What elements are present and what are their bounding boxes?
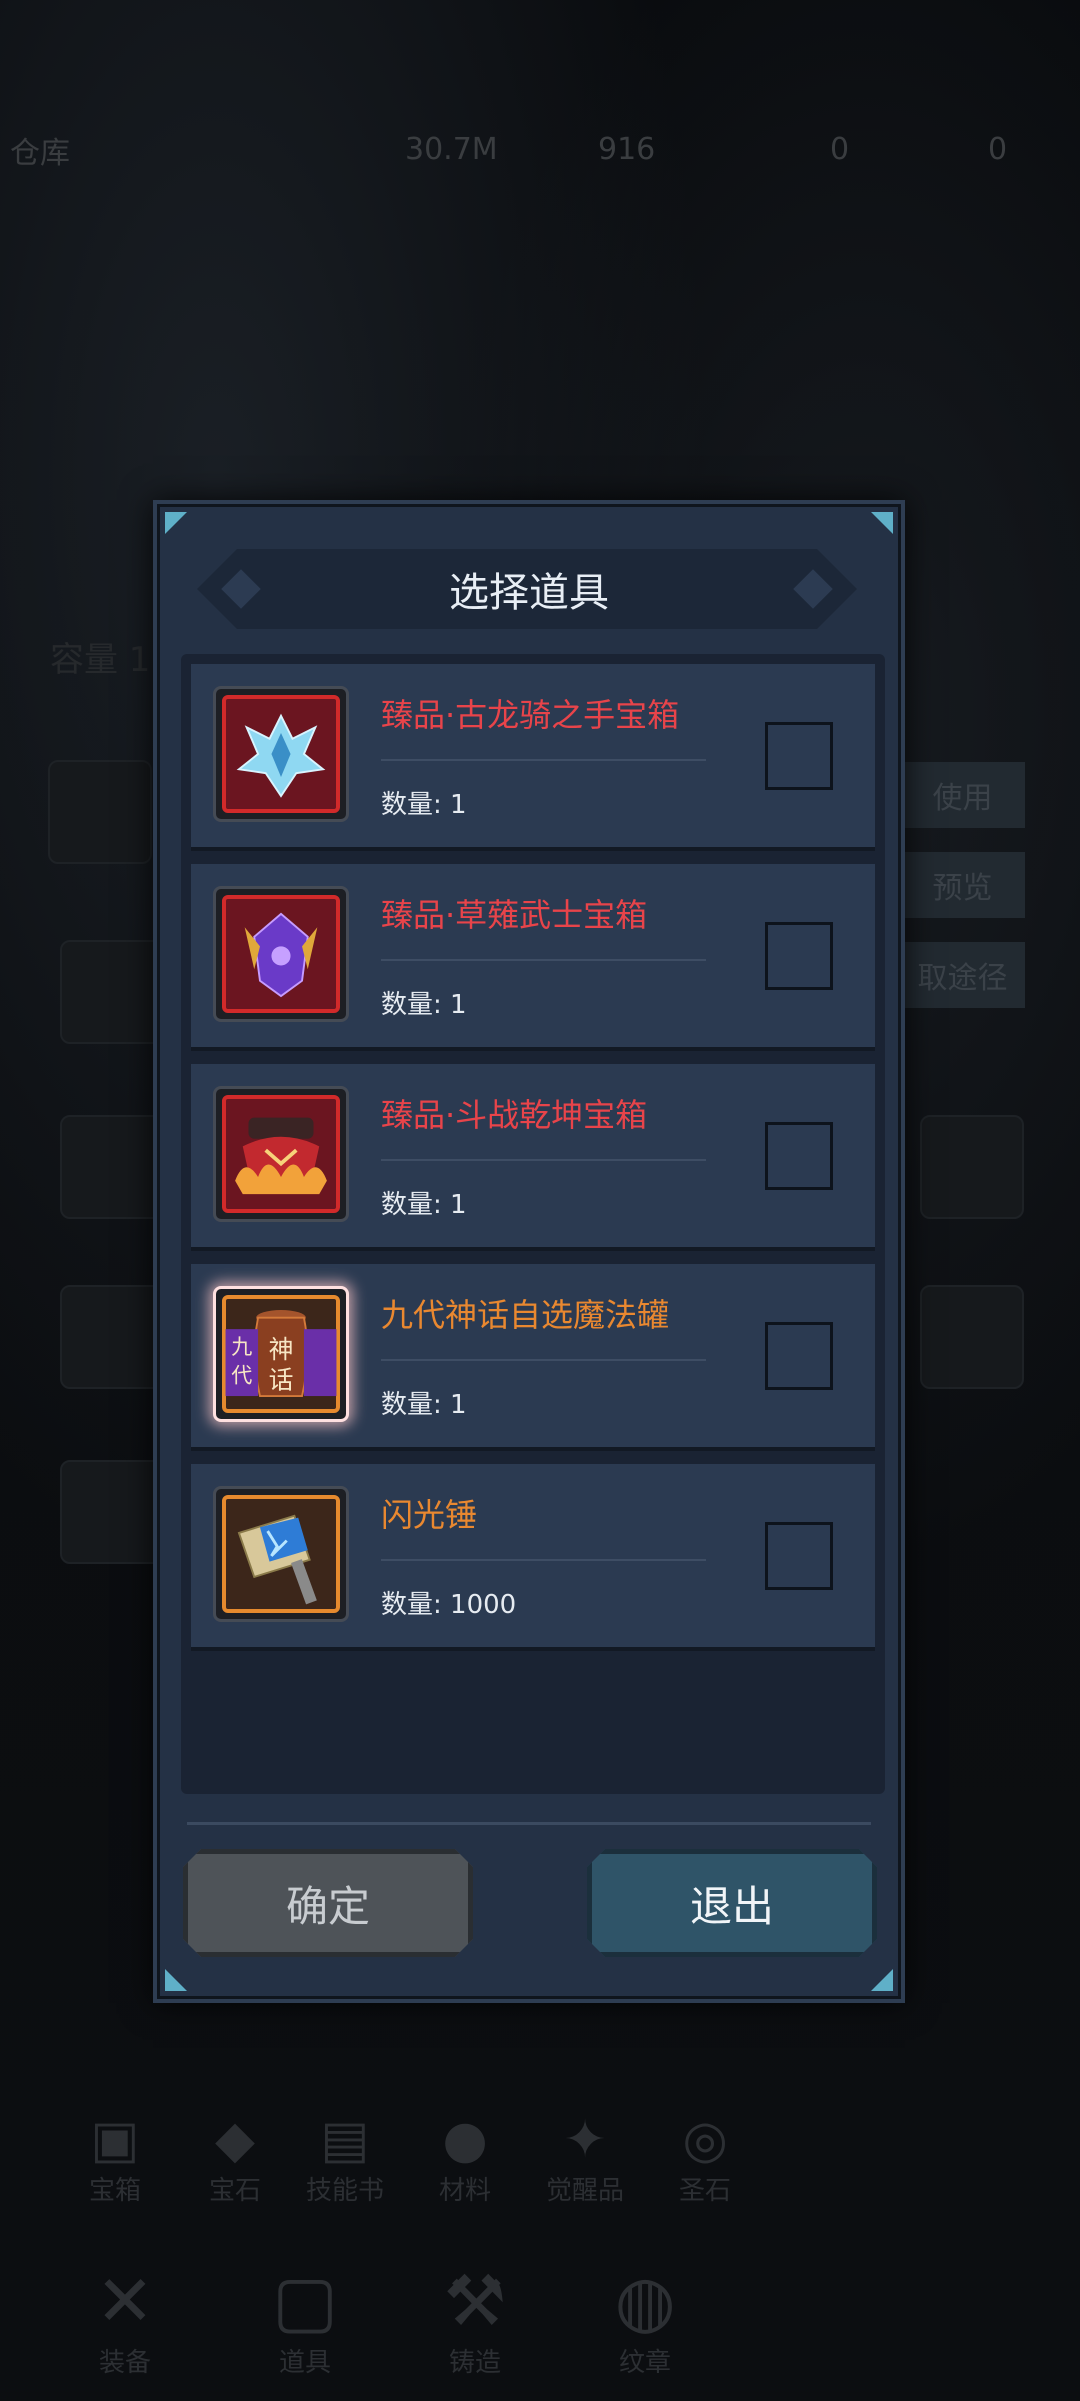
battle-crown-icon [213, 1086, 349, 1222]
item-checkbox[interactable] [765, 1322, 833, 1390]
confirm-button[interactable]: 确定 [183, 1849, 473, 1957]
bg-item-tile [48, 760, 152, 864]
divider [381, 1559, 706, 1561]
tab-skillbook: ▤ 技能书 [305, 2110, 384, 2206]
background-top-bar: 仓库 30.7M 916 0 0 [0, 110, 1080, 190]
item-quantity: 数量: 1000 [381, 1590, 517, 1620]
bg-use-button: 使用 [900, 762, 1025, 828]
item-name: 臻品·斗战乾坤宝箱 [381, 1096, 648, 1134]
item-quantity: 数量: 1 [381, 1190, 467, 1220]
bg-item-tile [60, 940, 164, 1044]
jar-char: 九 [231, 1334, 252, 1359]
exit-button[interactable]: 退出 [587, 1849, 877, 1957]
gold-count: 30.7M [405, 132, 498, 167]
bg-preview-button: 预览 [900, 852, 1025, 918]
list-item[interactable]: 臻品·斗战乾坤宝箱 数量: 1 [191, 1064, 875, 1251]
divider [381, 959, 706, 961]
list-item[interactable]: 臻品·草薙武士宝箱 数量: 1 [191, 864, 875, 1051]
divider [381, 1159, 706, 1161]
item-checkbox[interactable] [765, 722, 833, 790]
tab-awaken: ✦ 觉醒品 [545, 2110, 624, 2206]
warehouse-label: 仓库 [10, 136, 70, 171]
token-count: 0 [830, 132, 850, 167]
bg-item-tile [60, 1115, 164, 1219]
tab-gem: ◆ 宝石 [208, 2110, 261, 2206]
corner-ornament [165, 512, 187, 534]
samurai-icon [213, 886, 349, 1022]
magic-jar-icon: 九 代 神 话 [213, 1286, 349, 1422]
dialog-title: 选择道具 [449, 570, 609, 616]
tab-holystone: ◎ 圣石 [678, 2110, 731, 2206]
tab-material: ● 材料 [438, 2110, 491, 2206]
nav-forge: ⚒ 铸造 [443, 2260, 507, 2378]
gem-count: 916 [598, 132, 656, 167]
list-item[interactable]: 臻品·古龙骑之手宝箱 数量: 1 [191, 664, 875, 851]
item-checkbox[interactable] [765, 1122, 833, 1190]
jar-char: 神 [269, 1335, 294, 1364]
item-name: 闪光锤 [381, 1496, 478, 1534]
bg-item-tile [920, 1115, 1024, 1219]
bg-item-tile [920, 1285, 1024, 1389]
bg-item-tile [60, 1285, 164, 1389]
bg-item-tile [60, 1460, 164, 1564]
item-quantity: 数量: 1 [381, 990, 467, 1020]
item-quantity: 数量: 1 [381, 790, 467, 820]
corner-ornament [871, 512, 893, 534]
jar-char: 话 [269, 1365, 294, 1394]
divider [381, 759, 706, 761]
item-name: 臻品·古龙骑之手宝箱 [381, 696, 680, 734]
corner-ornament [165, 1969, 187, 1991]
dragon-knight-icon [213, 686, 349, 822]
capacity-label: 容量 1 [50, 640, 151, 680]
footer-divider [187, 1822, 871, 1825]
divider [381, 1359, 706, 1361]
jar-char: 代 [231, 1363, 252, 1388]
item-name: 臻品·草薙武士宝箱 [381, 896, 648, 934]
nav-equipment: ✕ 装备 [95, 2260, 155, 2378]
tab-chest: ▣ 宝箱 [88, 2110, 141, 2206]
select-item-dialog: 选择道具 臻品·古龙骑之手宝箱 数量: 1 臻品·草薙武士宝箱 数量: 1 臻品… [153, 500, 905, 2003]
item-checkbox[interactable] [765, 1522, 833, 1590]
coin-count: 0 [988, 132, 1008, 167]
item-quantity: 数量: 1 [381, 1390, 467, 1420]
bg-source-button: 取途径 [900, 942, 1025, 1008]
nav-items: ▢ 道具 [271, 2260, 339, 2378]
nav-emblem: ◍ 纹章 [614, 2260, 676, 2378]
corner-ornament [871, 1969, 893, 1991]
item-checkbox[interactable] [765, 922, 833, 990]
item-name: 九代神话自选魔法罐 [381, 1296, 670, 1334]
item-list[interactable]: 臻品·古龙骑之手宝箱 数量: 1 臻品·草薙武士宝箱 数量: 1 臻品·斗战乾坤… [181, 654, 885, 1794]
list-item[interactable]: 九 代 神 话 九代神话自选魔法罐 数量: 1 [191, 1264, 875, 1451]
list-item[interactable]: 闪光锤 数量: 1000 [191, 1464, 875, 1651]
flash-hammer-icon [213, 1486, 349, 1622]
